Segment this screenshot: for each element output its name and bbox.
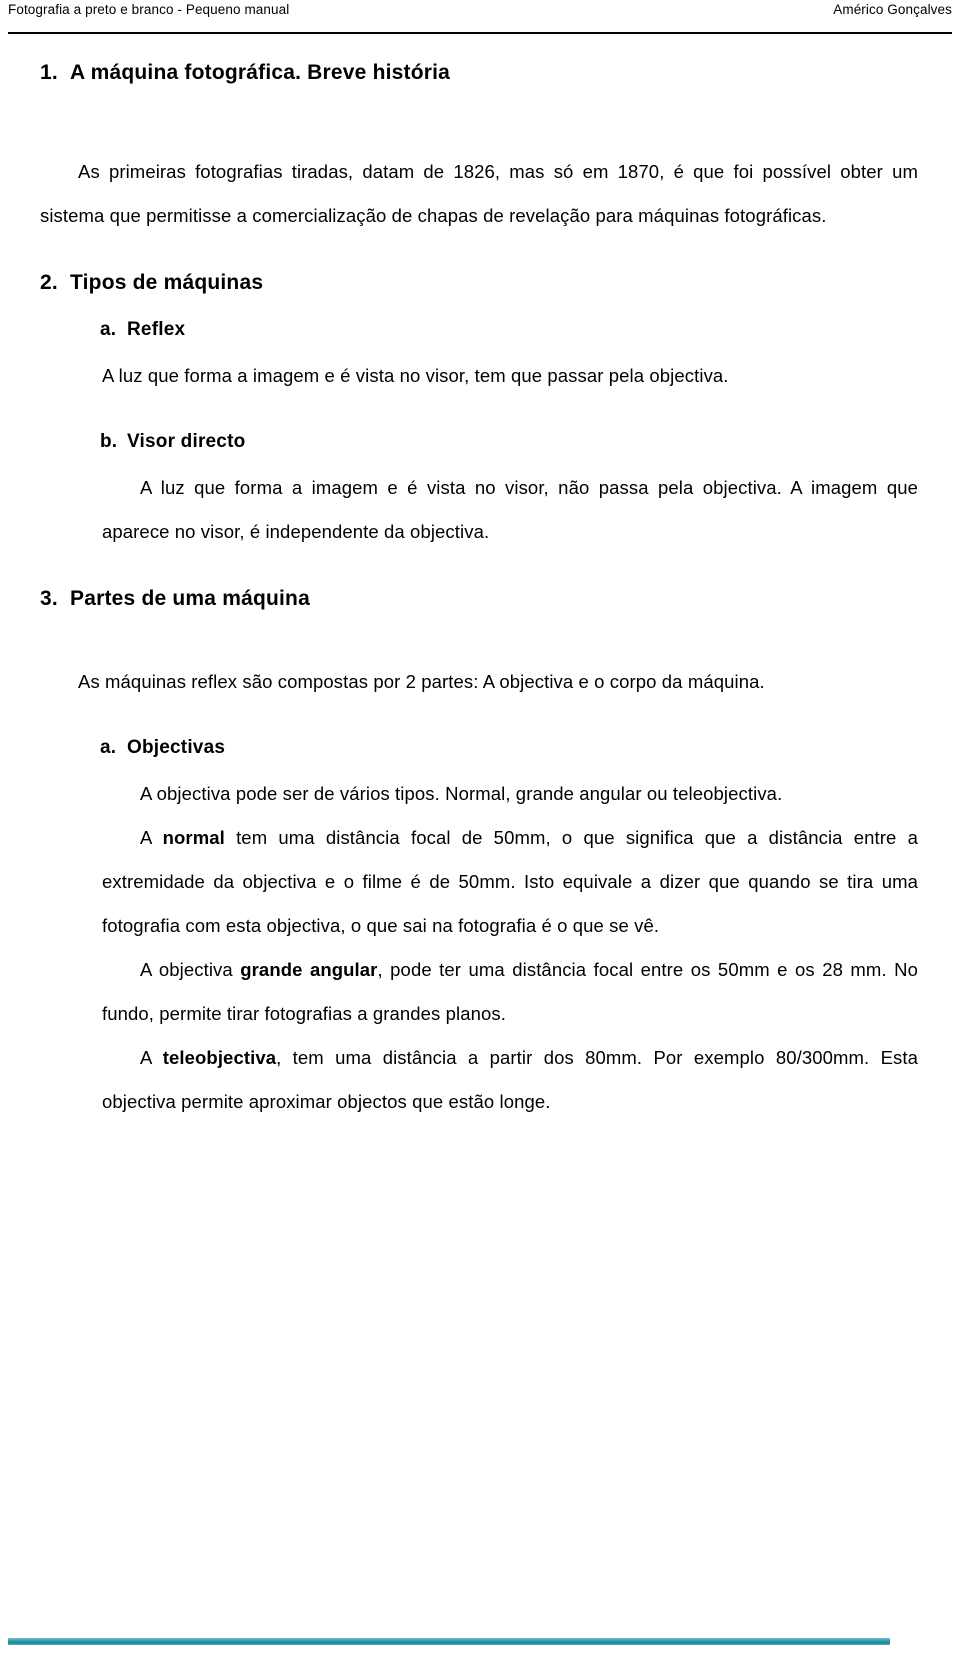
paragraph-reflex: A luz que forma a imagem e é vista no vi… bbox=[102, 354, 918, 398]
document-page: Fotografia a preto e branco - Pequeno ma… bbox=[0, 0, 960, 1653]
heading-section-1-text: A máquina fotográfica. Breve história bbox=[70, 61, 451, 84]
header-author-name: Américo Gonçalves bbox=[833, 2, 952, 17]
paragraph-objectiva-normal-emphasis: normal bbox=[162, 827, 225, 848]
paragraph-partes-intro: As máquinas reflex são compostas por 2 p… bbox=[40, 660, 918, 704]
heading-section-2a: a. Reflex bbox=[100, 316, 918, 344]
document-header: Fotografia a preto e branco - Pequeno ma… bbox=[8, 0, 952, 34]
paragraph-objectiva-normal: A normal tem uma distância focal de 50mm… bbox=[102, 816, 918, 948]
heading-section-3a-marker: a. bbox=[100, 737, 117, 758]
heading-section-1: 1. A máquina fotográfica. Breve história bbox=[40, 58, 918, 88]
heading-section-3a: a. Objectivas bbox=[100, 734, 918, 762]
heading-section-2b: b. Visor directo bbox=[100, 428, 918, 456]
heading-section-2b-text: Visor directo bbox=[127, 431, 246, 452]
paragraph-reflex-text: A luz que forma a imagem e é vista no vi… bbox=[102, 365, 729, 386]
document-footer bbox=[8, 1638, 890, 1645]
paragraph-teleobjectiva-emphasis: teleobjectiva bbox=[162, 1047, 277, 1068]
heading-section-2-marker: 2. bbox=[40, 271, 58, 294]
paragraph-teleobjectiva: A teleobjectiva, tem uma distância a par… bbox=[102, 1036, 918, 1124]
heading-section-3a-text: Objectivas bbox=[127, 737, 226, 758]
footer-decorative-bar bbox=[8, 1638, 890, 1645]
heading-section-3-text: Partes de uma máquina bbox=[70, 587, 310, 610]
paragraph-objectiva-tipos: A objectiva pode ser de vários tipos. No… bbox=[102, 772, 918, 816]
paragraph-teleobjectiva-pre: A bbox=[140, 1047, 163, 1068]
heading-section-2b-marker: b. bbox=[100, 431, 118, 452]
paragraph-objectiva-grande-angular: A objectiva grande angular, pode ter uma… bbox=[102, 948, 918, 1036]
paragraph-history-text: As primeiras fotografias tiradas, datam … bbox=[40, 161, 918, 226]
document-body: 1. A máquina fotográfica. Breve história… bbox=[40, 58, 918, 1124]
heading-section-1-marker: 1. bbox=[40, 61, 58, 84]
heading-section-2-text: Tipos de máquinas bbox=[70, 271, 264, 294]
heading-section-2: 2. Tipos de máquinas bbox=[40, 268, 918, 298]
heading-section-3: 3. Partes de uma máquina bbox=[40, 584, 918, 614]
paragraph-partes-intro-text: As máquinas reflex são compostas por 2 p… bbox=[78, 671, 765, 692]
heading-section-2a-marker: a. bbox=[100, 319, 117, 340]
paragraph-objectiva-grande-angular-pre: A objectiva bbox=[140, 959, 241, 980]
paragraph-objectiva-grande-angular-emphasis: grande angular bbox=[240, 959, 378, 980]
header-document-title: Fotografia a preto e branco - Pequeno ma… bbox=[8, 2, 290, 17]
paragraph-visor-directo-text: A luz que forma a imagem e é vista no vi… bbox=[102, 477, 918, 542]
paragraph-objectiva-tipos-text: A objectiva pode ser de vários tipos. No… bbox=[140, 783, 783, 804]
paragraph-visor-directo: A luz que forma a imagem e é vista no vi… bbox=[102, 466, 918, 554]
heading-section-2a-text: Reflex bbox=[127, 319, 186, 340]
paragraph-history: As primeiras fotografias tiradas, datam … bbox=[40, 150, 918, 238]
heading-section-3-marker: 3. bbox=[40, 587, 58, 610]
paragraph-objectiva-normal-pre: A bbox=[140, 827, 163, 848]
paragraph-objectiva-normal-post: tem uma distância focal de 50mm, o que s… bbox=[102, 827, 918, 936]
